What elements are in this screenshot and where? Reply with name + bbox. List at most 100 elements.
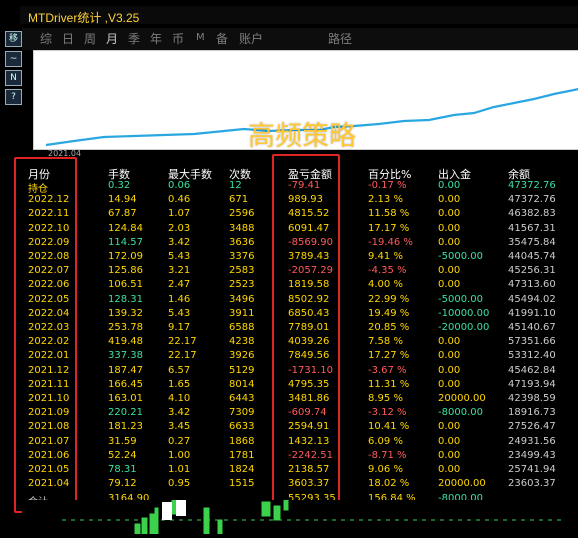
cell-max-lots: 3.21 [168, 265, 191, 277]
cell-balance: 47372.76 [508, 180, 556, 191]
cell-flow: 0.00 [438, 421, 461, 433]
cell-flow: 0.00 [438, 464, 461, 475]
cell-count: 1868 [229, 435, 255, 447]
cell-pct: 7.58 % [368, 336, 403, 348]
cell-lots: 187.47 [108, 364, 143, 376]
cell-lots: 31.59 [108, 435, 137, 447]
cell-flow: -8000.00 [438, 407, 483, 419]
cell-lots: 78.31 [108, 464, 137, 475]
cell-flow: 0.00 [438, 194, 461, 206]
cell-lots: 220.21 [108, 407, 143, 419]
cell-count: 3926 [229, 350, 255, 362]
cell-lots: 166.45 [108, 378, 143, 390]
cell-balance: 23603.37 [508, 478, 556, 490]
tab-note[interactable]: 备 [216, 30, 228, 47]
tab-day[interactable]: 日 [62, 30, 74, 47]
cell-flow: 0.00 [438, 336, 461, 348]
cell-flow: 0.00 [438, 350, 461, 362]
cell-pct: -4.35 % [368, 265, 407, 277]
cell-lots: 79.12 [108, 478, 137, 490]
cell-balance: 53312.40 [508, 350, 556, 362]
cell-balance: 25741.94 [508, 464, 556, 475]
cell-pct: 8.95 % [368, 393, 403, 404]
cell-lots: 139.32 [108, 307, 143, 319]
tab-summary[interactable]: 综 [40, 30, 52, 47]
cell-balance: 18916.73 [508, 407, 556, 419]
cell-flow: 0.00 [438, 279, 461, 291]
cell-max-lots: 3.45 [168, 421, 191, 433]
cell-count: 3488 [229, 222, 255, 234]
cell-lots: 253.78 [108, 322, 143, 333]
cell-count: 3376 [229, 251, 255, 262]
cell-lots: 14.94 [108, 194, 137, 206]
cell-balance: 57351.66 [508, 336, 556, 348]
cell-count: 12 [229, 180, 242, 191]
cell-pct: -8.71 % [368, 449, 407, 461]
cell-lots: 106.51 [108, 279, 143, 291]
cell-flow: 0.00 [438, 208, 461, 220]
cell-lots: 67.87 [108, 208, 137, 220]
cell-max-lots: 9.17 [168, 322, 191, 333]
highlight-box-month [14, 157, 77, 513]
tab-currency[interactable]: 币 [172, 30, 184, 47]
cell-flow: 20000.00 [438, 393, 486, 404]
cell-max-lots: 2.47 [168, 279, 191, 291]
move-button[interactable]: 移 [5, 31, 22, 47]
cell-balance: 45494.02 [508, 293, 556, 305]
cell-pct: 17.27 % [368, 350, 410, 362]
cell-flow: 0.00 [438, 435, 461, 447]
cell-balance: 41567.31 [508, 222, 556, 234]
cell-balance: 23499.43 [508, 449, 556, 461]
cell-max-lots: 3.42 [168, 407, 191, 419]
cell-balance: 45462.84 [508, 364, 556, 376]
cell-max-lots: 22.17 [168, 336, 197, 348]
cell-count: 4238 [229, 336, 255, 348]
cell-count: 7309 [229, 407, 255, 419]
price-candles [22, 499, 578, 535]
cell-max-lots: 0.46 [168, 194, 191, 206]
cell-max-lots: 1.46 [168, 293, 191, 305]
cell-flow: 0.00 [438, 236, 461, 248]
cell-flow: -5000.00 [438, 293, 483, 305]
tab-week[interactable]: 周 [84, 30, 96, 47]
cell-pct: 2.13 % [368, 194, 403, 206]
cell-pct: 17.17 % [368, 222, 410, 234]
candle-strip [62, 499, 562, 535]
cell-flow: 0.00 [438, 180, 461, 191]
n-button[interactable]: N [5, 70, 22, 86]
cell-lots: 181.23 [108, 421, 143, 433]
tab-quarter[interactable]: 季 [128, 30, 140, 47]
cell-pct: 11.31 % [368, 378, 410, 390]
cell-pct: 19.49 % [368, 307, 410, 319]
cell-count: 6588 [229, 322, 255, 333]
cell-flow: 20000.00 [438, 478, 486, 490]
cell-count: 8014 [229, 378, 255, 390]
tab-account[interactable]: 账户 [239, 30, 263, 47]
tab-year[interactable]: 年 [150, 30, 162, 47]
cell-max-lots: 4.10 [168, 393, 191, 404]
wave-button[interactable]: ~ [5, 51, 22, 67]
cell-pct: -3.67 % [368, 364, 407, 376]
cell-lots: 163.01 [108, 393, 143, 404]
cell-balance: 44045.74 [508, 251, 556, 262]
tab-m[interactable]: M [196, 32, 205, 43]
cell-count: 5129 [229, 364, 255, 376]
cell-count: 6443 [229, 393, 255, 404]
cell-count: 671 [229, 194, 249, 206]
cell-lots: 124.84 [108, 222, 143, 234]
cell-pct: 22.99 % [368, 293, 410, 305]
cell-balance: 24931.56 [508, 435, 556, 447]
cell-flow: -20000.00 [438, 322, 490, 333]
tab-path[interactable]: 路径 [328, 30, 352, 47]
cell-pct: -19.46 % [368, 236, 413, 248]
cell-balance: 42398.59 [508, 393, 556, 404]
cell-flow: -10000.00 [438, 307, 490, 319]
strategy-label: 高频策略 [248, 121, 356, 152]
help-button[interactable]: ? [5, 89, 22, 105]
cell-lots: 114.57 [108, 236, 143, 248]
window-title: MTDriver统计 ,V3.25 [28, 11, 140, 25]
cell-balance: 35475.84 [508, 236, 556, 248]
tab-month[interactable]: 月 [106, 30, 118, 47]
cell-max-lots: 5.43 [168, 307, 191, 319]
cell-max-lots: 0.27 [168, 435, 191, 447]
